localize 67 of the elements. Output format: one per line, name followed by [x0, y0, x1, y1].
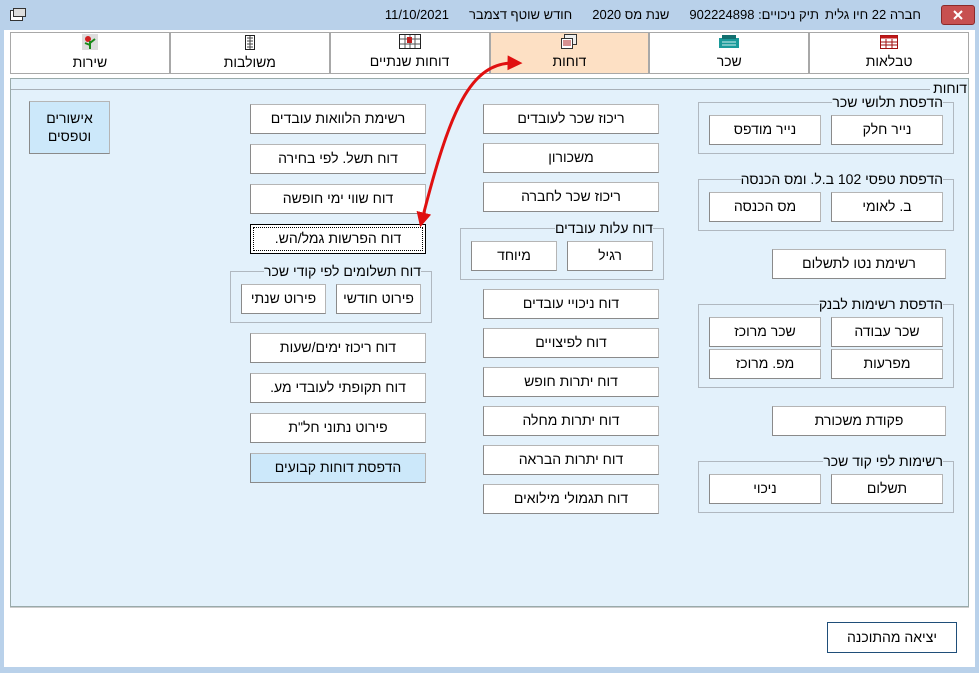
report-button[interactable]: ריכוז שכר לעובדים — [483, 104, 659, 134]
panel-title: דוחות — [932, 81, 968, 95]
report-button[interactable]: ניכוי — [709, 474, 821, 504]
app-icon — [10, 8, 26, 22]
tab[interactable]: משולבות — [170, 32, 330, 74]
report-button[interactable]: פקודת משכורת — [772, 406, 946, 436]
report-button[interactable]: דוח יתרות מחלה — [483, 406, 659, 436]
tab-label: דוחות שנתיים — [370, 52, 450, 71]
report-button[interactable]: דוח יתרות הבראה — [483, 445, 659, 475]
report-button[interactable]: מס הכנסה — [709, 192, 821, 222]
tab[interactable]: שירות — [10, 32, 170, 74]
tab[interactable]: דוחות שנתיים — [330, 32, 490, 74]
report-button[interactable]: נייר מודפס — [709, 115, 821, 145]
report-button[interactable]: פירוט שנתי — [241, 284, 326, 314]
report-button[interactable]: דוח לפיצויים — [483, 328, 659, 358]
group-label: דוח תשלומים לפי קודי שכר — [264, 264, 421, 278]
close-icon — [953, 10, 963, 20]
tab-label: טבלאות — [866, 52, 912, 70]
date-text: 11/10/2021 — [384, 6, 449, 24]
group-label: דוח עלות עובדים — [554, 221, 653, 235]
plant-icon — [82, 34, 98, 50]
report-button[interactable]: דוח שווי ימי חופשה — [250, 184, 426, 214]
group-label: הדפסת רשימות לבנק — [818, 297, 943, 311]
tab[interactable]: דוחות — [490, 32, 650, 74]
report-button[interactable]: דוח תשל. לפי בחירה — [250, 144, 426, 174]
tab-label: שכר — [716, 52, 742, 70]
report-button[interactable]: ריכוז שכר לחברה — [483, 182, 659, 212]
tab[interactable]: שכר — [649, 32, 810, 74]
report-button[interactable]: רגיל — [567, 241, 653, 271]
close-button[interactable] — [941, 5, 975, 25]
tax-year: שנת מס 2020 — [592, 6, 670, 24]
report-button[interactable]: ב. לאומי — [831, 192, 943, 222]
report-button[interactable]: פירוט נתוני חל"ת — [250, 413, 426, 443]
report-button[interactable]: דוח ניכויי עובדים — [483, 289, 659, 319]
calendar-icon — [398, 34, 421, 49]
report-button[interactable]: משכורון — [483, 143, 659, 173]
report-button[interactable]: דוח תקופתי לעובדי מע. — [250, 373, 426, 403]
group-label: רשימות לפי קוד שכר — [823, 454, 943, 468]
group-label: הדפסת טפסי 102 ב.ל. ומס הכנסה — [740, 172, 943, 186]
file-number: תיק ניכויים: 902224898 — [689, 6, 820, 24]
table-icon — [880, 34, 898, 48]
report-button[interactable]: רשימת נטו לתשלום — [772, 249, 946, 279]
company-name: חברה 22 חיו גלית — [825, 6, 921, 24]
report-button[interactable]: נייר חלק — [831, 115, 943, 145]
exit-button[interactable]: יציאה מהתוכנה — [827, 622, 957, 653]
report-button[interactable]: שכר עבודה — [831, 317, 943, 347]
tab-label: דוחות — [552, 52, 586, 71]
report-button[interactable]: הדפסת דוחות קבועים — [250, 453, 426, 483]
report-button[interactable]: דוח יתרות חופש — [483, 367, 659, 397]
report-button[interactable]: דוח ריכוז ימים/שעות — [250, 333, 426, 363]
group-label: הדפסת תלושי שכר — [832, 95, 943, 109]
tab[interactable]: טבלאות — [809, 32, 969, 74]
report-button[interactable]: מפרעות — [831, 349, 943, 379]
current-month: חודש שוטף דצמבר — [468, 6, 572, 24]
report-button[interactable]: אישורים וטפסים — [29, 101, 110, 154]
tab-label: שירות — [72, 52, 108, 72]
report-button[interactable]: תשלום — [831, 474, 943, 504]
report-button[interactable]: מפ. מרוכז — [709, 349, 821, 379]
report-button[interactable]: דוח תגמולי מילואים — [483, 484, 659, 514]
report-button[interactable]: מיוחד — [471, 241, 557, 271]
report-button[interactable]: שכר מרוכז — [709, 317, 821, 347]
report-button[interactable]: פירוט חודשי — [336, 284, 421, 314]
report-button[interactable]: דוח הפרשות גמל/הש. — [250, 224, 426, 254]
tab-label: משולבות — [224, 52, 276, 72]
report-button[interactable]: רשימת הלוואות עובדים — [250, 104, 426, 134]
cash-register-icon — [718, 34, 740, 48]
report-icon — [561, 34, 578, 49]
